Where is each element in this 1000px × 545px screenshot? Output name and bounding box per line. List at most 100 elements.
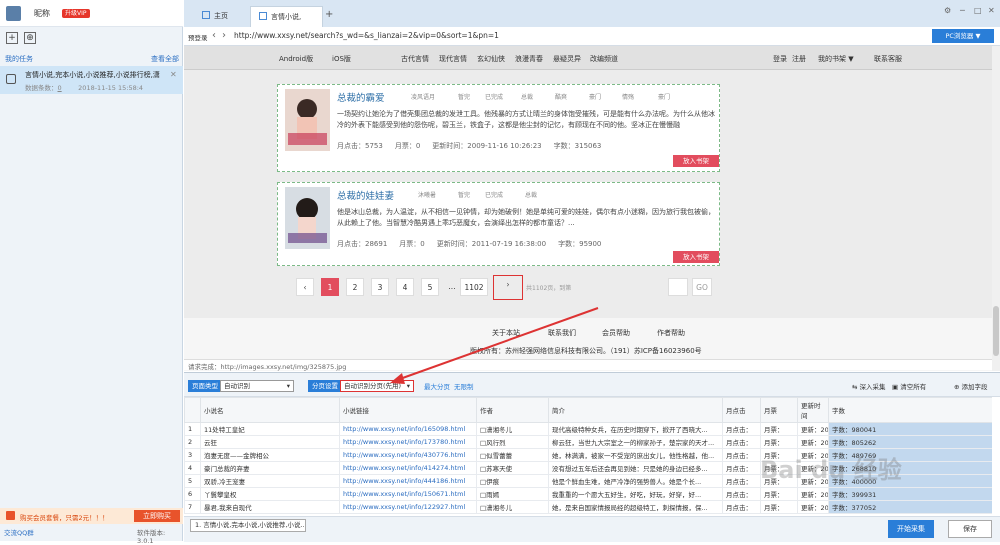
nav-android[interactable]: Android版 [279,54,313,64]
footer-contact[interactable]: 联系我们 [548,328,576,338]
table-cell[interactable]: http://www.xxsy.net/info/444186.html [339,474,477,488]
buy-now-button[interactable]: 立即购买 [134,510,180,522]
table-row[interactable]: 2 云狂 http://www.xxsy.net/info/173780.html □… [184,435,992,449]
table-cell[interactable]: 月点击： [722,500,761,514]
task-item[interactable]: 言情小说,完本小说,小说推荐,小说排行榜,潇 数据条数：0 2018-11-15… [0,66,183,94]
book-title[interactable]: 总裁的霸爱 [337,90,385,104]
book-author[interactable]: 凌风语月 [411,92,435,101]
task-tab[interactable]: 1. 言情小说,完本小说,小说推荐,小说... [190,519,306,532]
minimize-icon[interactable]: ─ [960,6,965,15]
page-button[interactable]: 3 [371,278,389,296]
settings-icon[interactable]: ⚙ [944,6,951,15]
column-header[interactable]: 月点击 [722,397,761,423]
footer-about[interactable]: 关于本站 [492,328,520,338]
page-button[interactable]: 4 [396,278,414,296]
table-row[interactable]: 7 暴君,我来自现代 http://www.xxsy.net/info/122927… [184,500,992,514]
table-cell[interactable]: 豪门总裁的弃妻 [200,461,340,475]
column-header[interactable]: 作者 [476,397,549,423]
table-cell[interactable]: 她，林满满，被家一不受宠的庶出女儿，他性格越，他... [548,448,723,462]
save-button[interactable]: 保存 [948,520,992,538]
table-row[interactable]: 1 11处特工皇妃 http://www.xxsy.net/info/165098.… [184,422,992,436]
nav-ios[interactable]: iOS版 [332,54,351,64]
nav-adapt[interactable]: 改编频道 [590,54,618,64]
max-pages-link[interactable]: 最大分页 [424,381,450,391]
column-header[interactable] [184,397,201,423]
new-task-icon[interactable]: ⊕ [24,32,36,44]
add-to-shelf-button[interactable]: 放入书架 [673,251,719,263]
table-cell[interactable]: 4 [184,461,201,475]
table-cell[interactable]: 月点击： [722,487,761,501]
table-cell[interactable]: 3 [184,448,201,462]
nav-login[interactable]: 登录 [773,54,787,64]
page-button[interactable]: 5 [421,278,439,296]
paging-select[interactable]: 自动识别分页(先用) ▾ [340,380,414,392]
table-cell[interactable]: 6 [184,487,201,501]
qq-group-link[interactable]: 交流QQ群 [4,527,34,537]
page-number-input[interactable] [668,278,688,296]
nav-mystery[interactable]: 悬疑灵异 [553,54,581,64]
column-header[interactable]: 简介 [548,397,723,423]
table-cell[interactable]: 5 [184,474,201,488]
nav-register[interactable]: 注册 [792,54,806,64]
forward-icon[interactable]: › [222,30,226,41]
table-cell[interactable]: □风行烈 [476,435,549,449]
table-cell[interactable]: 月点击： [722,435,761,449]
table-cell[interactable]: 更新：20 [797,487,829,501]
table-cell[interactable]: http://www.xxsy.net/info/150671.html [339,487,477,501]
new-tab-button[interactable]: + [325,9,333,20]
table-cell[interactable]: 字数：805262 [828,435,992,449]
table-cell[interactable]: 月票： [760,500,798,514]
avatar[interactable] [6,6,21,21]
nav-bookshelf[interactable]: 我的书架 ▼ [818,54,854,64]
table-cell[interactable]: 2 [184,435,201,449]
table-cell[interactable]: 更新：20 [797,435,829,449]
nav-modern[interactable]: 现代言情 [439,54,467,64]
close-icon[interactable]: ✕ [170,70,177,79]
add-to-shelf-button[interactable]: 放入书架 [673,155,719,167]
table-cell[interactable]: 月票： [760,487,798,501]
table-cell[interactable]: http://www.xxsy.net/info/165098.html [339,422,477,436]
table-row[interactable]: 6 丫鬟攀皇权 http://www.xxsy.net/info/150671.ht… [184,487,992,501]
add-task-icon[interactable]: + [6,32,18,44]
page-type-select[interactable]: 自动识别 ▾ [220,380,294,392]
table-cell[interactable]: 她，是来自国家情报局经的超级特工，刺探情报，保... [548,500,723,514]
unlimited-link[interactable]: 无限制 [454,381,474,391]
table-cell[interactable]: 现代高级特种女兵，在历史时期穿下，掀开了西晓大... [548,422,723,436]
footer-author-help[interactable]: 作者帮助 [657,328,685,338]
table-cell[interactable]: 他是个鲜血生难，她严冷净的强势兽人。她是个长... [548,474,723,488]
table-cell[interactable]: 更新：20 [797,422,829,436]
table-cell[interactable]: 字数：377052 [828,500,992,514]
column-header[interactable]: 小说名 [200,397,340,423]
close-window-icon[interactable]: ✕ [988,6,995,15]
scrollbar-thumb[interactable] [993,306,999,356]
back-icon[interactable]: ‹ [212,30,216,41]
page-button[interactable]: 2 [346,278,364,296]
nav-support[interactable]: 联系客服 [874,54,902,64]
table-cell[interactable]: http://www.xxsy.net/info/122927.html [339,500,477,514]
table-cell[interactable]: □潇湘冬儿 [476,500,549,514]
table-cell[interactable]: 没有想过五年后还会再见到她：只是她的身边已经多... [548,461,723,475]
start-collect-button[interactable]: 开始采集 [888,520,934,538]
nav-youth[interactable]: 浪漫青春 [515,54,543,64]
next-page-button[interactable]: › [493,275,523,300]
column-header[interactable]: 月票 [760,397,798,423]
column-header[interactable]: 更新时间 [797,397,829,423]
tab-home[interactable]: 主页 [194,6,236,27]
go-button[interactable]: GO [692,278,712,296]
table-cell[interactable]: □雨嫣 [476,487,549,501]
book-cover[interactable] [285,187,330,249]
column-header[interactable]: 字数 [828,397,992,423]
nav-ancient[interactable]: 古代言情 [401,54,429,64]
pre-login-button[interactable]: 预登录 [188,32,208,42]
table-cell[interactable]: 月点击： [722,448,761,462]
book-author[interactable]: 沐曦暑 [418,190,436,199]
deep-collect-button[interactable]: ⇆ 深入采集 [852,381,886,391]
pc-browser-button[interactable]: PC浏览器 ▼ [932,29,994,43]
table-cell[interactable]: 月票： [760,422,798,436]
table-cell[interactable]: □苏寒天使 [476,461,549,475]
table-cell[interactable]: 月票： [760,435,798,449]
table-cell[interactable]: http://www.xxsy.net/info/414274.html [339,461,477,475]
page-button[interactable]: 1102 [460,278,488,296]
table-cell[interactable]: 更新：20 [797,500,829,514]
table-cell[interactable]: 7 [184,500,201,514]
